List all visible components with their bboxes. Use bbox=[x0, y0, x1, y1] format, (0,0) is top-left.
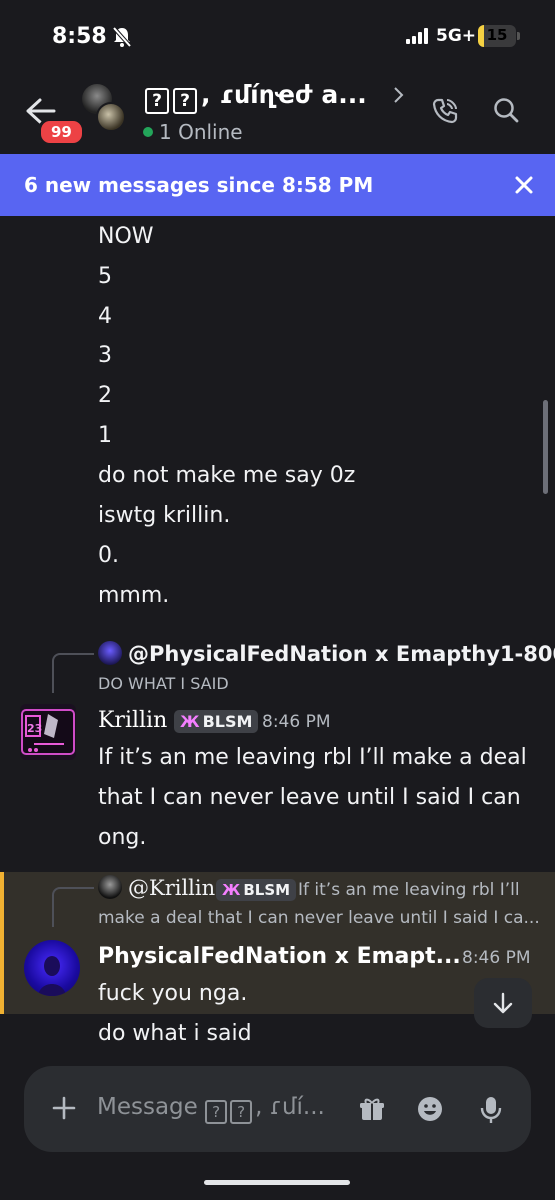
message-line: do not make me say 0z bbox=[98, 463, 356, 488]
home-indicator[interactable] bbox=[204, 1180, 350, 1185]
svg-text:23: 23 bbox=[27, 722, 42, 735]
chevron-right-icon[interactable] bbox=[392, 86, 404, 104]
search-icon[interactable] bbox=[492, 96, 520, 124]
reply-preview[interactable]: DO WHAT I SAID bbox=[98, 674, 229, 693]
message-line: 0. bbox=[98, 543, 119, 568]
message-line: 3 bbox=[98, 343, 112, 368]
new-messages-text: 6 new messages since 8:58 PM bbox=[24, 173, 374, 197]
reply-preview-continued[interactable]: make a deal that I can never leave until… bbox=[98, 908, 540, 928]
message-timestamp: 8:46 PM bbox=[262, 712, 331, 732]
unread-badge: 99 bbox=[38, 118, 85, 146]
reply-preview[interactable]: If it’s an me leaving rbl I’ll bbox=[298, 880, 520, 900]
status-bar: 8:58 5G+ 15 bbox=[0, 0, 555, 72]
scrollbar[interactable] bbox=[543, 400, 548, 494]
phone-call-icon[interactable] bbox=[430, 96, 460, 126]
reply-server-tag[interactable]: Ж BLSM bbox=[216, 879, 297, 901]
microphone-icon[interactable] bbox=[480, 1096, 502, 1124]
plus-icon[interactable] bbox=[52, 1096, 76, 1120]
message-timestamp: 8:46 PM bbox=[462, 948, 531, 968]
reply-avatar[interactable] bbox=[98, 875, 122, 899]
message-composer[interactable]: Message ??, ɾմí... bbox=[24, 1066, 531, 1152]
bell-muted-icon bbox=[112, 26, 132, 48]
server-tag[interactable]: Ж BLSM bbox=[174, 710, 259, 733]
arrow-down-icon bbox=[493, 992, 513, 1014]
new-messages-bar[interactable]: 6 new messages since 8:58 PM bbox=[0, 154, 555, 216]
avatar-art-icon: 23 bbox=[21, 709, 75, 755]
battery-level: 15 bbox=[486, 26, 508, 44]
butterfly-icon: Ж bbox=[180, 712, 200, 731]
reply-avatar[interactable] bbox=[98, 641, 122, 665]
butterfly-icon: Ж bbox=[222, 881, 241, 899]
signal-icon bbox=[406, 28, 428, 44]
message-author[interactable]: Krillin bbox=[98, 708, 167, 733]
battery-tip bbox=[517, 32, 520, 40]
message-line: 5 bbox=[98, 264, 112, 289]
avatar-art-icon bbox=[38, 956, 66, 996]
emoji-icon[interactable] bbox=[417, 1096, 443, 1122]
message-line: 4 bbox=[98, 304, 112, 329]
channel-title[interactable]: ??, ɾմíղҽժ a... bbox=[145, 80, 367, 114]
message-author[interactable]: PhysicalFedNation x Emapt... bbox=[98, 944, 461, 969]
avatar[interactable]: 23 bbox=[20, 704, 76, 760]
reply-connector bbox=[52, 653, 94, 693]
message-line: NOW bbox=[98, 224, 154, 249]
chat-header: 99 ??, ɾմíղҽժ a... 1 Online bbox=[0, 72, 555, 154]
status-time: 8:58 bbox=[52, 24, 107, 49]
online-status: 1 Online bbox=[143, 120, 243, 144]
reply-author[interactable]: @PhysicalFedNation x Emapthy1-800 bbox=[128, 642, 555, 666]
message-body: If it’s an me leaving rbl I’ll make a de… bbox=[98, 745, 527, 850]
message-line: mmm. bbox=[98, 583, 170, 608]
message-line: 1 bbox=[98, 423, 112, 448]
message-body: fuck you nga. do what i said bbox=[98, 981, 252, 1046]
jump-to-bottom-button[interactable] bbox=[474, 978, 532, 1028]
group-avatar[interactable] bbox=[80, 84, 128, 136]
message-line: 2 bbox=[98, 383, 112, 408]
reply-author[interactable]: @Krillin bbox=[128, 876, 215, 900]
close-icon[interactable] bbox=[512, 173, 536, 197]
message-line: iswtg krillin. bbox=[98, 503, 231, 528]
message-input[interactable]: Message ??, ɾմí... bbox=[97, 1094, 325, 1124]
network-type: 5G+ bbox=[436, 26, 477, 46]
avatar[interactable] bbox=[24, 940, 80, 996]
online-dot-icon bbox=[143, 127, 153, 137]
reply-connector bbox=[52, 887, 94, 927]
gift-icon[interactable] bbox=[359, 1096, 385, 1122]
battery-icon: 15 bbox=[478, 25, 516, 47]
